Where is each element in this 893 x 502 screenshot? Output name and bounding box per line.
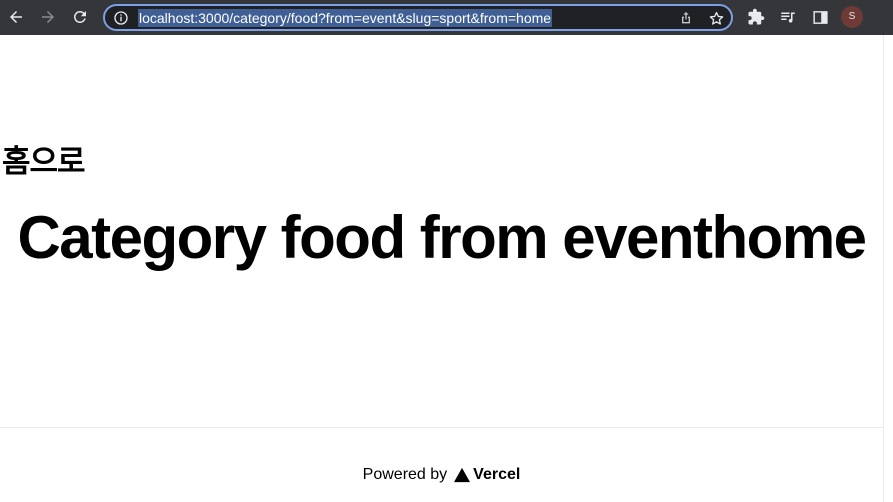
forward-button[interactable]: [37, 6, 59, 28]
url-text[interactable]: localhost:3000/category/food?from=event&…: [138, 9, 553, 27]
share-button[interactable]: [677, 9, 695, 27]
media-control-icon: [781, 12, 795, 23]
arrow-right-icon: [42, 11, 54, 23]
profile-avatar[interactable]: S: [841, 6, 863, 28]
reload-button[interactable]: [69, 6, 91, 28]
bookmark-button[interactable]: [707, 9, 725, 27]
back-button[interactable]: [5, 6, 27, 28]
extensions-button[interactable]: [746, 7, 766, 27]
browser-toolbar: localhost:3000/category/food?from=event&…: [0, 0, 893, 35]
info-icon[interactable]: [113, 10, 129, 26]
vercel-logo-link[interactable]: Vercel: [453, 466, 520, 484]
vercel-brand-text: Vercel: [473, 466, 521, 483]
reload-icon: [73, 10, 86, 23]
star-icon: [709, 11, 723, 25]
share-icon: [682, 12, 690, 24]
side-panel-button[interactable]: [810, 7, 830, 27]
footer-divider: [0, 427, 883, 428]
vercel-triangle-icon: [454, 467, 471, 483]
home-link[interactable]: 홈으로: [2, 136, 86, 181]
media-control-button[interactable]: [778, 7, 798, 27]
arrow-left-icon: [10, 11, 22, 23]
page-scrollbar[interactable]: [883, 35, 893, 502]
page-title: Category food from eventhome: [17, 204, 867, 271]
powered-by-text: Powered by: [362, 466, 448, 483]
address-bar[interactable]: localhost:3000/category/food?from=event&…: [103, 4, 733, 31]
puzzle-icon: [748, 8, 765, 25]
footer: Powered by Vercel: [0, 466, 883, 484]
side-panel-icon: [812, 10, 828, 24]
